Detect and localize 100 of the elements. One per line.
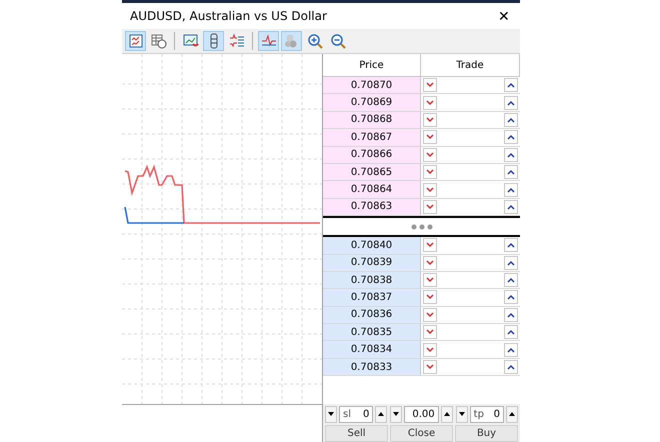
buy-arrow-button[interactable] xyxy=(504,342,518,357)
order-button[interactable]: Close xyxy=(390,425,453,442)
price-cell: 0.70865 xyxy=(323,164,421,180)
window-title: AUDUSD, Australian vs US Dollar xyxy=(130,9,327,23)
sell-arrow-button[interactable] xyxy=(423,182,437,197)
sell-arrow-button[interactable] xyxy=(423,360,437,374)
sell-arrow-button[interactable] xyxy=(423,78,437,92)
chevron-up-icon xyxy=(507,312,515,318)
price-cell: 0.70837 xyxy=(323,289,421,306)
sell-arrow-button[interactable] xyxy=(423,148,437,162)
chevron-up-icon xyxy=(507,364,515,370)
sell-arrow-button[interactable] xyxy=(423,112,437,127)
buy-arrow-button[interactable] xyxy=(504,290,518,304)
up-triangle-icon xyxy=(508,412,515,416)
chevron-down-icon xyxy=(426,294,434,300)
buy-arrow-button[interactable] xyxy=(504,96,518,110)
price-cell: 0.70839 xyxy=(323,254,421,271)
increment-button[interactable] xyxy=(440,406,453,423)
price-cell: 0.70833 xyxy=(323,358,421,376)
ellipsis-icon xyxy=(410,224,432,230)
close-button[interactable]: ✕ xyxy=(494,8,514,24)
price-cell: 0.70866 xyxy=(323,146,421,163)
increment-button[interactable] xyxy=(375,406,388,423)
buy-arrow-button[interactable] xyxy=(504,308,518,322)
price-cell: 0.70869 xyxy=(323,94,421,111)
buy-arrow-button[interactable] xyxy=(504,182,518,197)
buy-arrow-button[interactable] xyxy=(504,238,518,252)
sell-arrow-button[interactable] xyxy=(423,308,437,322)
chevron-down-icon xyxy=(426,152,434,158)
chevron-down-icon xyxy=(426,116,434,123)
sell-arrow-button[interactable] xyxy=(423,290,437,304)
buy-arrow-button[interactable] xyxy=(504,148,518,162)
decrement-button[interactable] xyxy=(390,406,402,423)
down-triangle-icon xyxy=(393,412,400,416)
chevron-up-icon xyxy=(507,277,515,284)
chevron-up-icon xyxy=(507,169,515,176)
decrement-button[interactable] xyxy=(325,406,337,423)
spin-field[interactable]: 0.00 xyxy=(404,406,439,423)
list-lines-icon xyxy=(228,33,244,49)
chevron-up-icon xyxy=(507,152,515,158)
chevron-down-icon xyxy=(426,204,434,210)
chart-icon xyxy=(128,33,144,49)
order-button[interactable]: Buy xyxy=(455,425,518,442)
chevron-down-icon xyxy=(426,346,434,353)
chevron-up-icon xyxy=(507,116,515,123)
up-triangle-icon xyxy=(378,412,384,416)
down-triangle-icon xyxy=(328,412,334,416)
chevron-up-icon xyxy=(507,82,515,88)
chevron-down-icon xyxy=(426,186,434,193)
price-cell: 0.70835 xyxy=(323,324,421,340)
chevron-up-icon xyxy=(507,260,515,266)
zoom-out-icon xyxy=(330,33,346,49)
spin-field[interactable]: tp 0 xyxy=(470,406,504,423)
price-cell: 0.70838 xyxy=(323,272,421,288)
price-cell: 0.70864 xyxy=(323,181,421,198)
column-header: Price xyxy=(323,54,421,76)
buy-arrow-button[interactable] xyxy=(504,325,518,340)
increment-button[interactable] xyxy=(506,406,518,423)
price-cell: 0.70840 xyxy=(323,237,421,254)
buy-arrow-button[interactable] xyxy=(504,200,518,214)
chevron-down-icon xyxy=(426,277,434,284)
chevron-up-icon xyxy=(507,242,515,248)
table-clock-icon xyxy=(150,33,166,49)
column-header: Trade xyxy=(421,54,520,76)
buy-arrow-button[interactable] xyxy=(504,112,518,127)
chevron-down-icon xyxy=(426,260,434,266)
chevron-up-icon xyxy=(507,100,515,106)
sell-arrow-button[interactable] xyxy=(423,130,437,144)
sell-arrow-button[interactable] xyxy=(423,325,437,340)
buy-arrow-button[interactable] xyxy=(504,78,518,92)
buy-arrow-button[interactable] xyxy=(504,130,518,144)
buy-arrow-button[interactable] xyxy=(504,273,518,288)
buy-arrow-button[interactable] xyxy=(504,256,518,270)
toolbar-button[interactable] xyxy=(258,31,279,51)
picture-magnet-icon xyxy=(182,33,198,49)
chevron-up-icon xyxy=(507,204,515,210)
sell-arrow-button[interactable] xyxy=(423,273,437,288)
price-cell: 0.70834 xyxy=(323,341,421,358)
buy-arrow-button[interactable] xyxy=(504,360,518,374)
toolbar-button[interactable] xyxy=(125,31,146,51)
sell-arrow-button[interactable] xyxy=(423,96,437,110)
price-cell: 0.70870 xyxy=(323,77,421,94)
sell-arrow-button[interactable] xyxy=(423,238,437,252)
toolbar-button[interactable] xyxy=(203,31,224,51)
sell-arrow-button[interactable] xyxy=(423,342,437,357)
circles-icon xyxy=(284,33,300,49)
order-button[interactable]: Sell xyxy=(325,425,388,442)
chevron-down-icon xyxy=(426,134,434,140)
sell-arrow-button[interactable] xyxy=(423,256,437,270)
buy-arrow-button[interactable] xyxy=(504,165,518,180)
sell-arrow-button[interactable] xyxy=(423,165,437,180)
sell-arrow-button[interactable] xyxy=(423,200,437,214)
price-cell: 0.70836 xyxy=(323,306,421,324)
spin-field[interactable]: sl 0 xyxy=(339,406,374,423)
chevron-down-icon xyxy=(426,82,434,88)
decrement-button[interactable] xyxy=(456,406,468,423)
chevron-down-icon xyxy=(426,100,434,106)
chevron-down-icon xyxy=(426,242,434,248)
zoom-in-icon xyxy=(306,33,322,49)
chevron-up-icon xyxy=(507,134,515,140)
